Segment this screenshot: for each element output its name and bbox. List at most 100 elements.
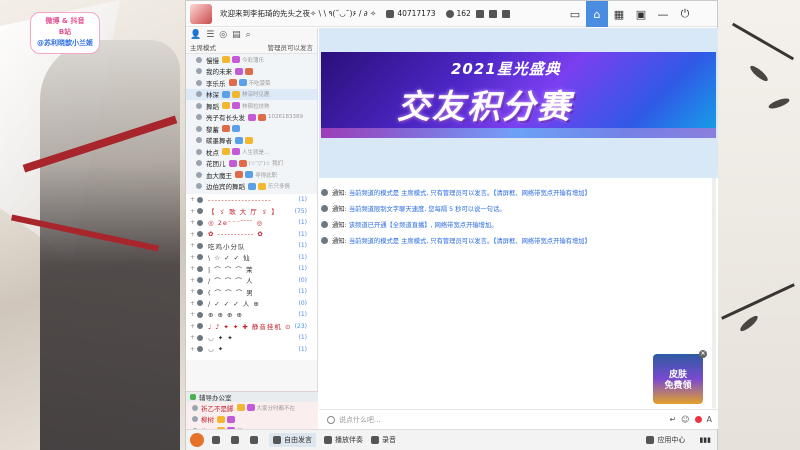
office-user-row[interactable]: 柳树 bbox=[186, 414, 318, 426]
channel-row[interactable]: + ◡ ✦ (1) bbox=[186, 344, 317, 356]
expand-icon[interactable]: + bbox=[190, 231, 195, 238]
channel-row[interactable]: + ( ⌒ ⌒ ⌒ 男 (1) bbox=[186, 286, 317, 298]
chat-bubble-icon[interactable]: ☺ bbox=[681, 415, 689, 424]
channel-row[interactable]: + \ ☆ ✓ ✓ 仙 (1) bbox=[186, 252, 317, 264]
apps-center-button[interactable]: 应用中心 bbox=[646, 435, 685, 445]
user-row[interactable]: 花团儿 (☆ ̄▽ ̄)☆ 我们 bbox=[186, 158, 317, 170]
tag-line-2: B站 bbox=[58, 28, 72, 36]
record-button[interactable]: 录音 bbox=[371, 435, 396, 445]
user-row[interactable]: 舞蹈 林宿拉扶熟 bbox=[186, 100, 317, 112]
scrollbar[interactable] bbox=[712, 178, 716, 408]
channel-row[interactable]: + ------------------- (1) bbox=[186, 194, 317, 206]
minimize-button[interactable]: — bbox=[652, 1, 674, 27]
user-row[interactable]: 李乐乐 不吃菠菜 bbox=[186, 77, 317, 89]
user-badge-icon bbox=[245, 136, 253, 144]
streamer-social-tag: 微博 & 抖音 B站 @苏利晓歆小兰姬 bbox=[30, 12, 100, 54]
user-badge-icon bbox=[235, 67, 243, 75]
user-row[interactable]: 碳墨舞者 bbox=[186, 135, 317, 147]
music-button[interactable]: 播放伴奏 bbox=[324, 435, 363, 445]
channel-row[interactable]: + / ✓ ✓ ✓ 人 ⊕ (0) bbox=[186, 298, 317, 310]
emoji-icon[interactable] bbox=[327, 415, 335, 424]
titlebar: 欢迎来到李拓琦的先头之夜✧ \ \ ٩(˘◡˘)۶ / ∂ ✧ 40717173… bbox=[186, 1, 717, 27]
room-id-value: 40717173 bbox=[397, 9, 436, 18]
expand-icon[interactable]: + bbox=[190, 334, 195, 341]
expand-icon[interactable]: + bbox=[190, 311, 195, 318]
user-badge-icon bbox=[232, 56, 240, 64]
dropdown-icon[interactable] bbox=[501, 9, 510, 18]
user-signature: 今彩蒲乐 bbox=[242, 57, 265, 64]
room-icon bbox=[386, 9, 395, 18]
expand-icon[interactable]: + bbox=[190, 196, 195, 203]
channel-row[interactable]: + ◡ ✦ ✦ (1) bbox=[186, 332, 317, 344]
banner-subtitle: 2021星光盛典 bbox=[451, 60, 561, 78]
gamepad-button[interactable]: ▣ bbox=[630, 1, 652, 27]
record-icon bbox=[371, 436, 379, 444]
promo-badge[interactable]: × 皮肤 免费领 bbox=[653, 350, 707, 404]
channel-sidebar: 👤 ☰ ◎ ▤ ⌕ 主席模式 管理员可以发言 慢慢 今彩蒲乐 我的未来 李乐乐 … bbox=[186, 28, 318, 449]
gift-icon[interactable] bbox=[694, 416, 702, 423]
user-badge-icon bbox=[222, 125, 230, 133]
channel-count: (1) bbox=[298, 230, 308, 238]
expand-icon[interactable]: + bbox=[190, 242, 195, 249]
channel-row[interactable]: + | ⌒ ⌒ ⌒ 茉 (1) bbox=[186, 263, 317, 275]
channel-row[interactable]: + ✿ ----------- ✿ (1) bbox=[186, 229, 317, 241]
expand-icon[interactable]: + bbox=[190, 288, 195, 295]
office-header[interactable]: 辅导办公室 bbox=[186, 392, 318, 402]
user-row[interactable]: 边伯宾的舞蹈 乐只多情 bbox=[186, 181, 317, 193]
expand-icon[interactable]: + bbox=[190, 277, 195, 284]
office-user-row[interactable]: 祈乙不是脚 大家分时都不在 bbox=[186, 402, 318, 414]
notice-message: 通知: 当前频道的模式是 主席模式, 只有管理员可以发言。【清屏框、网络带宽点开… bbox=[321, 184, 718, 200]
apps-button[interactable]: ▦ bbox=[608, 1, 630, 27]
bottom-toolbar: 自由发言 播放伴奏 录音 应用中心 ▮▮▮ bbox=[186, 429, 717, 450]
channel-row[interactable]: + ⊕ ⊕ ⊕ ⊕ (1) bbox=[186, 309, 317, 321]
channel-row[interactable]: + / ⌒ ⌒ ⌒ 人 (0) bbox=[186, 275, 317, 287]
channel-icon bbox=[197, 254, 203, 261]
expand-icon[interactable]: + bbox=[190, 265, 195, 272]
free-speech-button[interactable]: 自由发言 bbox=[269, 433, 316, 447]
expand-icon[interactable]: + bbox=[190, 208, 195, 215]
settings-icon[interactable] bbox=[488, 9, 497, 18]
channel-name: ◡ ✦ ✦ bbox=[208, 333, 234, 342]
background-art-right bbox=[718, 0, 800, 450]
list-icon[interactable]: ☰ bbox=[206, 30, 214, 40]
screen-button[interactable]: ▭ bbox=[564, 1, 586, 27]
expand-icon[interactable]: + bbox=[190, 254, 195, 261]
channel-row[interactable]: + ♩ ♪ ✦ ✦ ✚ 静音挂机 ⊙ (23) bbox=[186, 321, 317, 333]
event-banner[interactable]: 2021星光盛典 交友积分赛 bbox=[321, 52, 716, 138]
share-icon[interactable] bbox=[475, 9, 484, 18]
volume-button[interactable] bbox=[212, 436, 223, 444]
user-row[interactable]: 林深 林深时见鹿 bbox=[186, 88, 317, 100]
user-badge-icon bbox=[238, 159, 247, 167]
power-button[interactable]: ⏻ bbox=[674, 1, 696, 27]
channel-row[interactable]: + 吃鸡小分队 (1) bbox=[186, 240, 317, 252]
channel-row[interactable]: + ◎ 2e⁻⁻⁻ ̄ ̄ ̄ ̄ ◎ (1) bbox=[186, 217, 317, 229]
tag-line-3: @苏利晓歆小兰姬 bbox=[37, 39, 93, 47]
user-row[interactable]: 我的未来 bbox=[186, 66, 317, 78]
person-icon bbox=[445, 9, 454, 18]
chat-input[interactable]: 说点什么吧... bbox=[339, 415, 669, 425]
user-status-icon bbox=[196, 91, 202, 98]
close-icon[interactable]: × bbox=[699, 350, 707, 358]
expand-icon[interactable]: + bbox=[190, 219, 195, 226]
user-row[interactable]: 血大魔王 寻得此职 bbox=[186, 169, 317, 181]
font-icon[interactable]: A bbox=[707, 415, 712, 424]
user-row[interactable]: 亮子有长头发 1026183389 bbox=[186, 112, 317, 124]
channel-avatar[interactable] bbox=[190, 3, 212, 24]
expand-icon[interactable]: + bbox=[190, 300, 195, 307]
user-row[interactable]: 慢慢 今彩蒲乐 bbox=[186, 54, 317, 66]
location-icon[interactable]: ◎ bbox=[219, 30, 227, 40]
search-icon[interactable]: ⌕ bbox=[246, 30, 251, 40]
mixer-button[interactable] bbox=[250, 436, 261, 444]
home-button[interactable]: ⌂ bbox=[586, 1, 608, 27]
channel-row[interactable]: + 【 ゞ 歌 大 厅 ゞ 】 (75) bbox=[186, 206, 317, 218]
send-icon[interactable]: ↵ bbox=[669, 415, 676, 424]
record-icon[interactable]: ▤ bbox=[232, 30, 241, 40]
expand-icon[interactable]: + bbox=[190, 346, 195, 353]
user-row[interactable]: 黎蓄 bbox=[186, 123, 317, 135]
user-name: 亮子有长头发 bbox=[206, 114, 245, 123]
avatar[interactable] bbox=[190, 433, 204, 447]
mic-button[interactable] bbox=[231, 436, 242, 444]
user-icon[interactable]: 👤 bbox=[190, 30, 201, 40]
expand-icon[interactable]: + bbox=[190, 323, 195, 330]
user-row[interactable]: 枕点 人生就是... bbox=[186, 146, 317, 158]
